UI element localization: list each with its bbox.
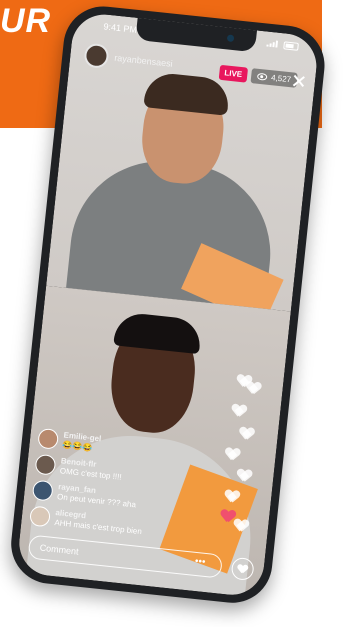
- eye-icon: [256, 72, 268, 81]
- live-stream-screen: 9:41 PM rayanbensaesi LIVE 4,527 Emilie-…: [16, 11, 320, 598]
- avatar[interactable]: [37, 427, 60, 450]
- like-button[interactable]: [230, 556, 255, 581]
- viewer-count-text: 4,527: [270, 73, 292, 85]
- camera-icon: [226, 34, 235, 43]
- signal-icon: [266, 40, 279, 48]
- heart-icon: [237, 564, 248, 574]
- heart-icon: [239, 427, 254, 441]
- heart-icon: [237, 469, 252, 483]
- heart-icon: [246, 381, 261, 395]
- phone-frame: 9:41 PM rayanbensaesi LIVE 4,527 Emilie-…: [7, 2, 329, 607]
- heart-icon: [224, 490, 239, 504]
- avatar[interactable]: [29, 505, 52, 528]
- comment-list: Emilie-gel 😂😂😂 Benoit-flr OMG c'est top …: [29, 422, 209, 543]
- battery-icon: [283, 41, 299, 51]
- live-badge: LIVE: [218, 64, 248, 83]
- more-icon[interactable]: •••: [191, 556, 208, 571]
- avatar[interactable]: [34, 453, 57, 476]
- avatar[interactable]: [31, 479, 54, 502]
- phone-mockup: 9:41 PM rayanbensaesi LIVE 4,527 Emilie-…: [0, 0, 355, 627]
- close-icon[interactable]: [292, 75, 305, 88]
- host-username[interactable]: rayanbensaesi: [114, 53, 173, 69]
- heart-icon: [225, 448, 240, 462]
- avatar[interactable]: [83, 42, 110, 69]
- heart-icon: [233, 519, 248, 533]
- heart-icon: [231, 404, 246, 418]
